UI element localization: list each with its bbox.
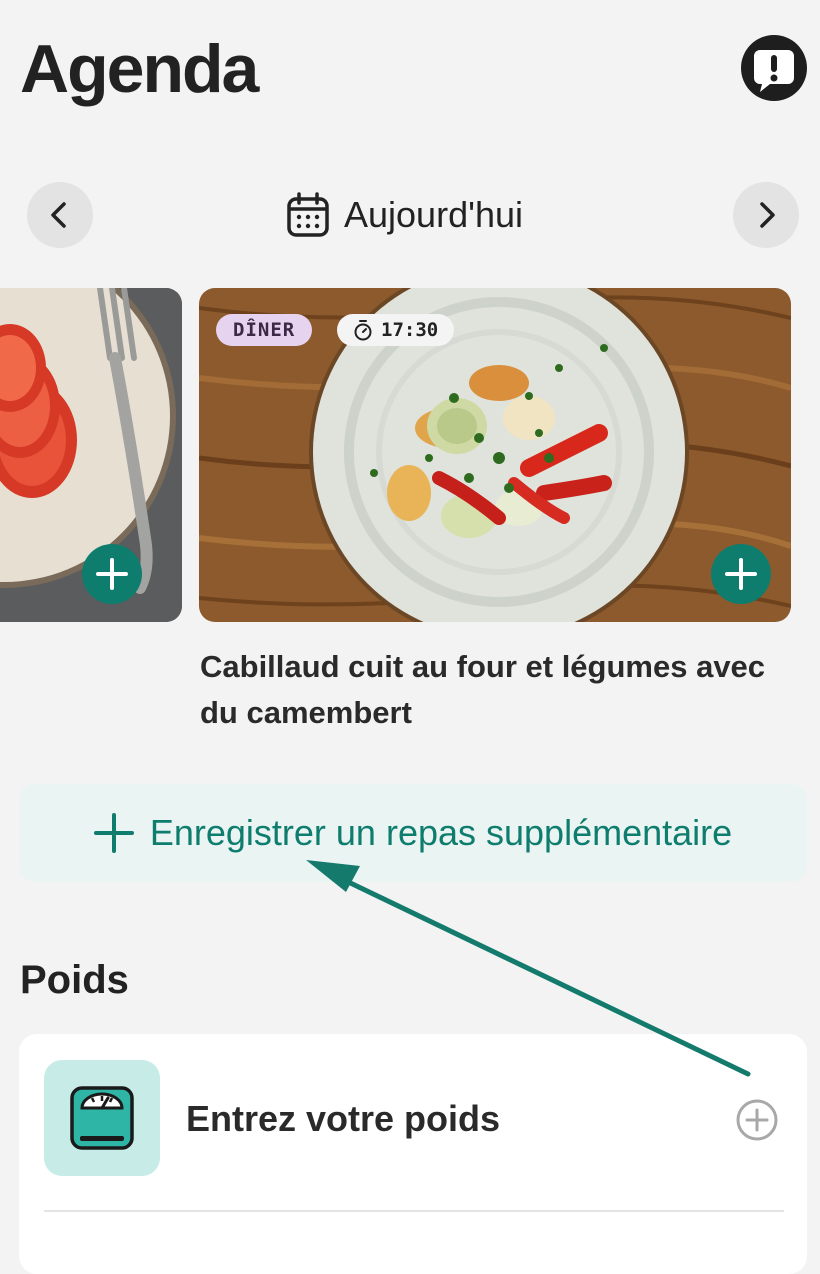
chevron-left-icon bbox=[51, 202, 66, 228]
divider bbox=[44, 1210, 784, 1212]
add-meal-button[interactable] bbox=[711, 544, 771, 604]
meal-card[interactable]: DÎNER 17:30 bbox=[199, 288, 791, 622]
scale-icon bbox=[70, 1086, 134, 1150]
plus-icon bbox=[725, 558, 757, 590]
date-label: Aujourd'hui bbox=[344, 194, 523, 235]
add-weight-button[interactable] bbox=[735, 1098, 779, 1142]
calendar-icon bbox=[287, 192, 329, 237]
scale-tile bbox=[44, 1060, 160, 1176]
weight-entry-card[interactable]: Entrez votre poids bbox=[19, 1034, 807, 1274]
add-extra-meal-button[interactable]: Enregistrer un repas supplémentaire bbox=[19, 784, 807, 882]
chevron-right-icon bbox=[760, 202, 775, 228]
weight-section-title: Poids bbox=[20, 958, 129, 1002]
meal-card-previous[interactable] bbox=[0, 288, 182, 622]
date-selector[interactable]: Aujourd'hui bbox=[286, 192, 523, 238]
plus-icon bbox=[93, 813, 134, 853]
add-extra-meal-label: Enregistrer un repas supplémentaire bbox=[149, 812, 733, 853]
weight-entry-label: Entrez votre poids bbox=[186, 1098, 501, 1139]
feedback-button[interactable] bbox=[740, 34, 808, 102]
previous-day-button[interactable] bbox=[27, 182, 93, 248]
add-meal-button[interactable] bbox=[82, 544, 142, 604]
recipe-title[interactable]: Cabillaud cuit au four et légumes avec d… bbox=[200, 644, 800, 736]
next-day-button[interactable] bbox=[733, 182, 799, 248]
plus-circle-icon bbox=[736, 1099, 778, 1141]
meal-time-badge: 17:30 bbox=[337, 314, 455, 346]
plus-icon bbox=[96, 558, 128, 590]
meal-type-badge: DÎNER bbox=[216, 314, 313, 346]
feedback-icon bbox=[741, 35, 807, 101]
meal-time: 17:30 bbox=[381, 319, 439, 341]
page-title: Agenda bbox=[20, 31, 259, 107]
stopwatch-icon bbox=[354, 320, 372, 341]
